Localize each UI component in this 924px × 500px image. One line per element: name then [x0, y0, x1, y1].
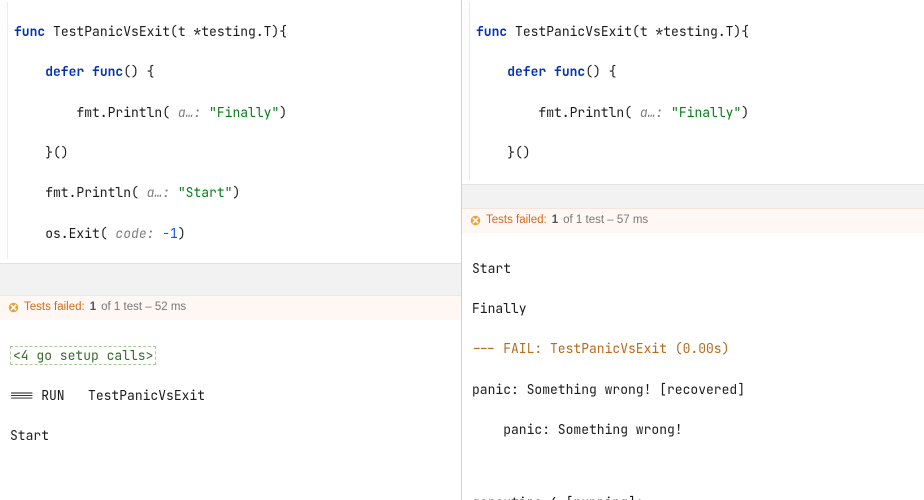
test-status-bar[interactable]: Tests failed: 1 of 1 test – 57 ms	[462, 208, 924, 233]
code-text: }()	[507, 144, 530, 161]
keyword-func: func	[92, 63, 123, 80]
right-pane: func TestPanicVsExit(t *testing.T){ defe…	[462, 0, 924, 500]
gutter	[462, 2, 470, 180]
fail-icon	[470, 215, 481, 226]
func-sig: (t *testing.T){	[632, 23, 749, 40]
code-text: () {	[585, 63, 616, 80]
status-rest: of 1 test – 57 ms	[563, 212, 648, 230]
console-text: Finally	[472, 299, 916, 319]
status-count: 1	[552, 212, 558, 230]
keyword-defer: defer	[45, 63, 92, 80]
status-prefix: Tests failed:	[24, 299, 85, 317]
gutter	[0, 2, 8, 259]
number-literal: -1	[162, 225, 178, 242]
console-text: panic: Something wrong!	[472, 420, 916, 440]
console-text: goroutine 6 [running]:	[472, 493, 916, 500]
param-hint: a…:	[170, 104, 209, 121]
call-println: fmt.Println	[538, 104, 624, 121]
string-literal: "Start"	[178, 184, 233, 201]
console-output-right[interactable]: Start Finally --- FAIL: TestPanicVsExit …	[462, 233, 924, 500]
keyword-defer: defer	[507, 63, 554, 80]
console-text: panic: Something wrong! [recovered]	[472, 380, 916, 400]
status-rest: of 1 test – 52 ms	[101, 299, 186, 317]
console-text: Start	[10, 426, 453, 446]
keyword-func: func	[476, 23, 515, 40]
param-hint: code:	[108, 225, 163, 242]
console-fail-line: --- FAIL: TestPanicVsExit (0.00s)	[472, 339, 916, 359]
editor-filler	[0, 263, 461, 295]
left-pane: func TestPanicVsExit(t *testing.T){ defe…	[0, 0, 462, 500]
test-status-bar[interactable]: Tests failed: 1 of 1 test – 52 ms	[0, 295, 461, 320]
code-text: () {	[123, 63, 154, 80]
func-name: TestPanicVsExit	[53, 23, 170, 40]
editor-filler	[462, 184, 924, 208]
call-println: fmt.Println	[76, 104, 162, 121]
func-sig: (t *testing.T){	[170, 23, 287, 40]
code-editor-right[interactable]: func TestPanicVsExit(t *testing.T){ defe…	[462, 0, 924, 184]
blank-line	[10, 467, 453, 480]
code-editor-left[interactable]: func TestPanicVsExit(t *testing.T){ defe…	[0, 0, 461, 263]
editor-content: func TestPanicVsExit(t *testing.T){ defe…	[470, 2, 851, 180]
string-literal: "Finally"	[209, 104, 279, 121]
setup-calls-fold[interactable]: <4 go setup calls>	[10, 346, 156, 365]
console-output-left[interactable]: <4 go setup calls> === RUN TestPanicVsEx…	[0, 320, 461, 500]
string-literal: "Finally"	[671, 104, 741, 121]
code-text: }()	[45, 144, 68, 161]
param-hint: a…:	[632, 104, 671, 121]
status-prefix: Tests failed:	[486, 212, 547, 230]
fail-icon	[8, 302, 19, 313]
call-os-exit: os.Exit	[45, 225, 100, 242]
keyword-func: func	[554, 63, 585, 80]
param-hint: a…:	[139, 184, 178, 201]
console-text: === RUN	[10, 387, 88, 404]
blank-line	[472, 460, 916, 473]
console-text: Start	[472, 259, 916, 279]
keyword-func: func	[14, 23, 53, 40]
status-count: 1	[90, 299, 96, 317]
editor-content: func TestPanicVsExit(t *testing.T){ defe…	[8, 2, 349, 259]
call-println: fmt.Println	[45, 184, 131, 201]
func-name: TestPanicVsExit	[515, 23, 632, 40]
console-test-name: TestPanicVsExit	[88, 387, 205, 404]
